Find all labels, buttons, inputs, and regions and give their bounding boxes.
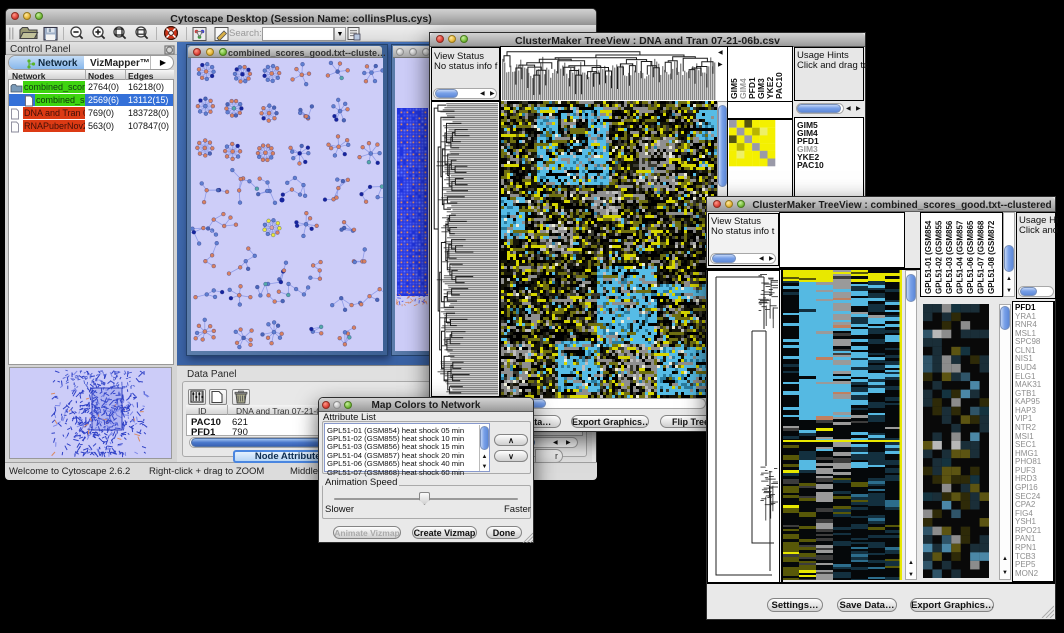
- svg-text:GPL51-07 (GSM868: GPL51-07 (GSM868: [977, 220, 986, 294]
- svg-text:GPL51-01 (GSM854: GPL51-01 (GSM854: [924, 220, 933, 294]
- svg-text:GPL51-04 (GSM857: GPL51-04 (GSM857: [956, 220, 965, 294]
- svg-text:GPL51-02 (GSM855: GPL51-02 (GSM855: [935, 220, 944, 294]
- svg-text:PAC10: PAC10: [774, 72, 784, 99]
- svg-text:GPL51-06 (GSM865: GPL51-06 (GSM865: [966, 220, 975, 294]
- svg-text:GPL51-03 (GSM856: GPL51-03 (GSM856: [945, 220, 954, 294]
- svg-text:GPL51-08 (GSM872: GPL51-08 (GSM872: [987, 220, 996, 294]
